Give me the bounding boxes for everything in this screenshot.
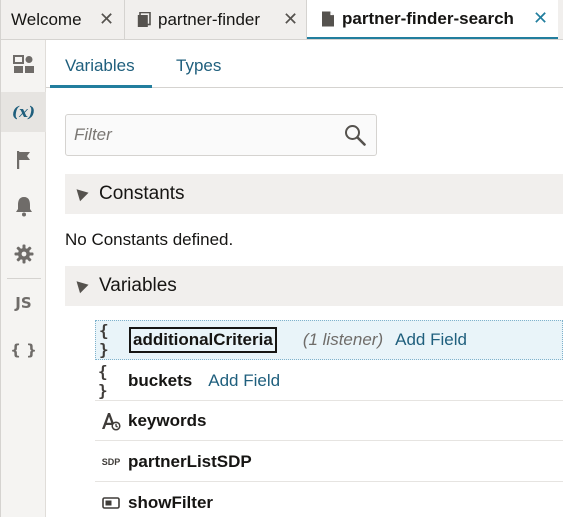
toggle-type-icon — [102, 496, 120, 509]
collapse-triangle-icon[interactable] — [72, 276, 89, 293]
tab-divider — [124, 0, 125, 39]
rail-item-events[interactable] — [1, 186, 46, 226]
rail-item-javascript[interactable]: JS — [1, 283, 46, 323]
variable-row-keywords[interactable]: keywords — [95, 401, 563, 441]
rail-divider — [7, 278, 41, 279]
variable-row-buckets[interactable]: { } buckets Add Field — [95, 361, 563, 401]
listener-count: (1 listener) — [302, 330, 384, 349]
variable-name: keywords — [128, 410, 207, 430]
object-type-icon: { } — [99, 321, 109, 359]
variable-row-showfilter[interactable]: showFilter — [95, 483, 563, 517]
tab-partner-finder-search[interactable]: partner-finder-search ✕ — [307, 0, 558, 39]
tab-label: partner-finder-search — [342, 8, 514, 28]
text-type-icon — [102, 412, 121, 431]
variable-name: showFilter — [128, 492, 214, 512]
variable-row-additionalcriteria[interactable]: { } additionalCriteria (1 listener) Add … — [95, 320, 563, 360]
variables-types-tabs: Variables Types — [46, 40, 563, 88]
side-navigation-rail: (x) JS { } — [0, 40, 46, 517]
sdp-type-icon: SDP — [101, 456, 121, 467]
filter-input[interactable] — [74, 123, 334, 147]
rail-item-variables[interactable]: (x) — [1, 92, 46, 132]
variables-section-header[interactable]: Variables — [65, 266, 563, 306]
dashboard-icon — [12, 55, 34, 73]
boolean-type-icon — [98, 496, 124, 510]
rail-item-actions[interactable] — [1, 140, 46, 180]
variable-name: buckets — [128, 370, 193, 390]
string-type-icon — [98, 411, 124, 431]
variables-icon: (x) — [11, 103, 36, 121]
close-icon[interactable]: ✕ — [283, 9, 298, 30]
tab-label: Welcome — [11, 9, 82, 29]
section-title: Variables — [99, 275, 177, 296]
js-icon: JS — [15, 294, 32, 312]
variable-name[interactable]: additionalCriteria — [129, 327, 277, 353]
section-title: Constants — [99, 183, 185, 204]
active-tab-indicator — [50, 85, 152, 88]
editor-tab-bar: Welcome ✕ partner-finder ✕ partner-finde… — [0, 0, 563, 40]
rail-item-settings[interactable] — [1, 234, 46, 274]
close-icon[interactable]: ✕ — [99, 9, 114, 30]
tab-welcome[interactable]: Welcome ✕ — [11, 0, 114, 39]
tab-variables[interactable]: Variables — [65, 56, 135, 76]
file-icon — [322, 11, 334, 26]
tab-partner-finder[interactable]: partner-finder ✕ — [137, 0, 298, 39]
variable-name: partnerListSDP — [128, 451, 252, 471]
constants-empty-message: No Constants defined. — [65, 230, 234, 249]
collapse-triangle-icon[interactable] — [72, 184, 89, 201]
rail-item-overview[interactable] — [1, 44, 46, 84]
variable-row-partnerlistsdp[interactable]: SDP partnerListSDP — [95, 442, 563, 482]
object-type-icon: { } — [98, 361, 108, 400]
braces-icon: { } — [10, 341, 37, 359]
flag-icon — [16, 151, 30, 169]
constants-section-header[interactable]: Constants — [65, 174, 563, 214]
tab-label: partner-finder — [158, 9, 261, 29]
gear-icon — [14, 244, 33, 264]
rail-item-json[interactable]: { } — [1, 330, 46, 370]
tab-types[interactable]: Types — [176, 56, 221, 76]
add-field-link[interactable]: Add Field — [395, 330, 467, 350]
filter-box — [65, 114, 377, 156]
copy-icon — [137, 11, 151, 27]
bell-icon — [15, 197, 32, 217]
close-icon[interactable]: ✕ — [533, 8, 548, 29]
add-field-link[interactable]: Add Field — [208, 371, 280, 391]
search-icon[interactable] — [344, 124, 366, 146]
